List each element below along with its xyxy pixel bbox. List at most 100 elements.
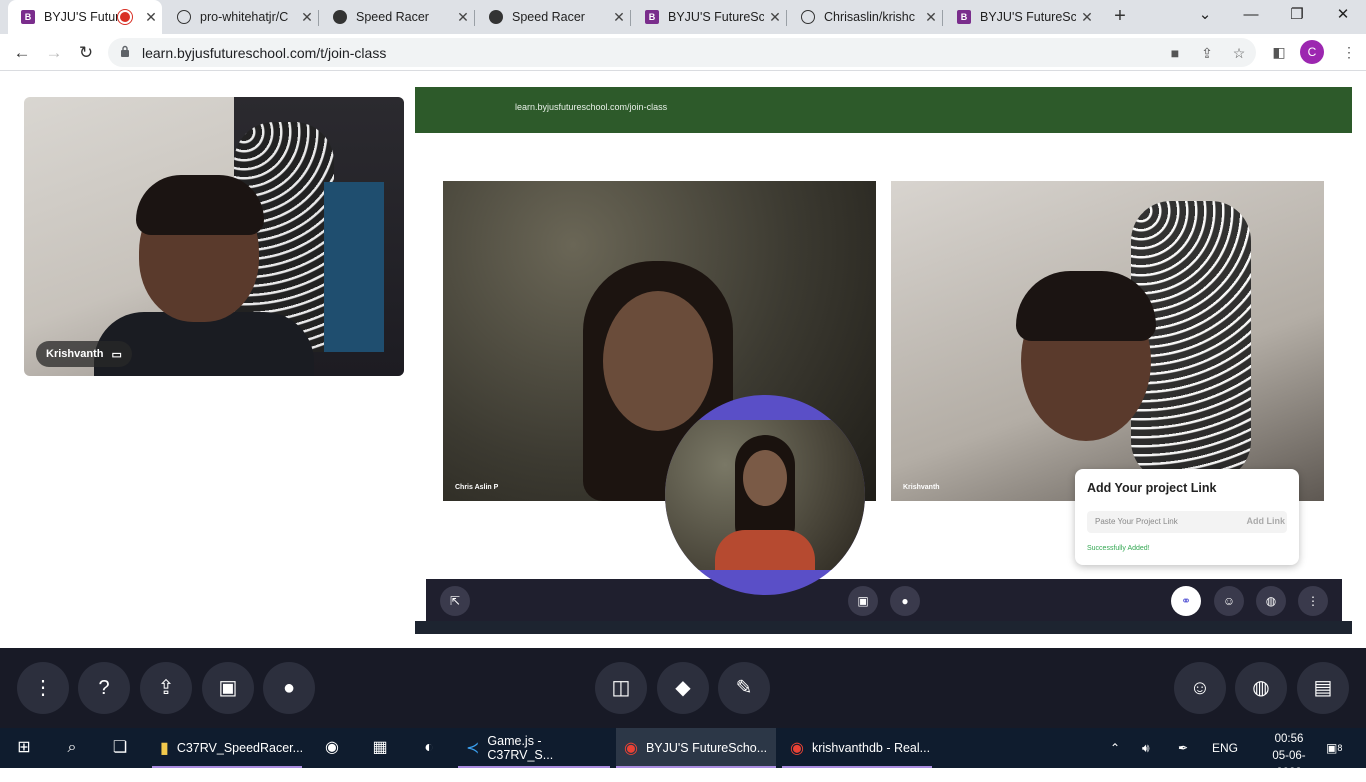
tab-byjus-3[interactable]: B BYJU'S FutureSch ✕ [944,0,1098,34]
edge-icon[interactable]: ◐ [415,734,443,762]
document-button[interactable]: ▤ [1297,662,1349,714]
self-video-tile: Krishvanth ▭ [24,97,404,376]
popup-title: Add Your project Link [1087,481,1217,495]
mic-icon: ● [890,586,920,616]
whiteboard-button[interactable]: ✎ [718,662,770,714]
tab-title: Chrisaslin/krishc [824,10,915,24]
video-person-body [715,530,815,570]
url-text: learn.byjusfutureschool.com/t/join-class [142,45,387,61]
windows-start-icon[interactable]: ⊞ [10,734,38,762]
close-icon[interactable]: ✕ [1076,9,1098,26]
clock-time: 00:56 [1274,733,1304,745]
chat-button[interactable]: ◍ [1235,662,1287,714]
search-icon[interactable]: ⌕ [58,734,86,762]
bookmark-star-icon[interactable]: ☆ [1230,44,1248,62]
tab-search-button[interactable]: ⌄ [1182,0,1228,34]
taskbar-vscode[interactable]: ≺ Game.js - C37RV_S... [458,728,610,768]
side-panel-icon[interactable]: ◧ [1270,43,1288,61]
close-icon[interactable]: ✕ [452,9,474,26]
tab-byjus-2[interactable]: B BYJU'S FutureSch ✕ [632,0,786,34]
tab-separator [474,10,475,26]
add-link-button[interactable]: Add Link [1247,516,1286,526]
more-icon: ⋮ [1298,586,1328,616]
recording-icon [120,12,130,22]
camera-button[interactable]: ▣ [202,662,254,714]
address-bar[interactable]: learn.byjusfutureschool.com/t/join-class… [108,38,1256,67]
profile-avatar[interactable]: C [1300,40,1324,64]
reactions-button[interactable]: ☺ [1174,662,1226,714]
new-tab-button[interactable]: + [1108,4,1132,28]
tab-title: BYJU'S FutureSch [980,10,1076,24]
tab-title: Speed Racer [356,10,429,24]
tab-speed-racer-1[interactable]: Speed Racer ✕ [320,0,474,34]
meeting-control-bar: ⋮ ? ⇪ ▣ ● ◫ ◆ ✎ ☺ ◍ ▤ [0,648,1366,728]
byjus-icon: B [644,9,660,25]
share-icon[interactable]: ⇪ [1198,44,1216,62]
taskbar-label: BYJU'S FutureScho... [645,741,768,755]
taskbar-chrome-krish[interactable]: ◉ krishvanthdb - Real... [782,728,932,768]
activities-button[interactable]: ◆ [657,662,709,714]
camera-in-use-icon[interactable]: ■ [1166,44,1184,62]
github-icon [176,9,192,25]
tab-github-1[interactable]: pro-whitehatjr/C ✕ [164,0,318,34]
back-button[interactable]: ← [9,40,35,66]
shared-screen: learn.byjusfutureschool.com/join-class C… [415,87,1352,634]
minimize-button[interactable]: — [1228,0,1274,34]
volume-icon[interactable]: 🔊︎ [1142,728,1150,768]
chrome-icon: ◉ [624,740,638,757]
pen-icon[interactable]: ✒ [1178,728,1188,768]
video-person-face [603,291,713,431]
video-towel [324,182,384,352]
upload-button[interactable]: ⇪ [140,662,192,714]
shared-video-student: Krishvanth [891,181,1324,501]
taskbar-chrome-byjus[interactable]: ◉ BYJU'S FutureScho... [616,728,776,768]
video-icon: ▣ [848,586,878,616]
tab-title: BYJU'S Future [44,10,120,24]
restore-button[interactable]: ❐ [1274,0,1320,34]
window-close-button[interactable]: ✕ [1320,0,1366,34]
close-icon[interactable]: ✕ [296,9,318,26]
tab-byjus-active[interactable]: B BYJU'S Future ✕ [8,0,162,34]
tray-chevron-icon[interactable]: ⌃ [1110,728,1120,768]
tab-speed-racer-2[interactable]: Speed Racer ✕ [476,0,630,34]
close-icon[interactable]: ✕ [608,9,630,26]
store-icon[interactable]: ▦ [366,734,394,762]
clock-date: 05-06-2023 [1272,750,1306,779]
globe-icon [332,9,348,25]
participant-label: Chris Aslin P [455,484,499,491]
help-button[interactable]: ? [78,662,130,714]
shared-url: learn.byjusfutureschool.com/join-class [515,102,668,112]
tab-strip: B BYJU'S Future ✕ pro-whitehatjr/C ✕ Spe… [0,0,1366,34]
close-icon[interactable]: ✕ [764,9,786,26]
reload-button[interactable]: ↻ [73,40,99,66]
close-icon[interactable]: ✕ [140,9,162,26]
tab-separator [942,10,943,26]
screen-share-icon: ▭ [111,348,122,361]
vscode-icon: ≺ [466,740,480,757]
forward-button[interactable]: → [41,40,67,66]
notes-book-button[interactable]: ◫ [595,662,647,714]
language-indicator[interactable]: ENG [1212,728,1238,768]
close-icon[interactable]: ✕ [920,9,942,26]
task-view-icon[interactable]: ❏ [106,734,134,762]
tab-separator [786,10,787,26]
globe-icon [488,9,504,25]
teacher-pip-video [665,395,865,595]
taskbar-explorer[interactable]: ▮ C37RV_SpeedRacer... [152,728,303,768]
chrome-icon[interactable]: ◉ [318,734,346,762]
tab-separator [318,10,319,26]
shared-control-bar: ⇱ ▣ ● ⚭ ☺ ◍ ⋮ [426,579,1342,621]
byjus-icon: B [20,9,36,25]
microphone-button[interactable]: ● [263,662,315,714]
menu-icon[interactable]: ⋮ [1340,43,1358,61]
add-project-link-popup: Add Your project Link Paste Your Project… [1075,469,1299,565]
meeting-stage: Krishvanth ▭ learn.byjusfutureschool.com… [0,72,1366,648]
chrome-icon: ◉ [790,740,804,757]
success-message: Successfully Added! [1087,545,1150,552]
notifications-icon[interactable]: ▣ 8 [1326,728,1342,768]
emoji-icon: ☺ [1214,586,1244,616]
more-options-button[interactable]: ⋮ [17,662,69,714]
taskbar-clock[interactable]: 00:56 05-06-2023 [1262,731,1316,782]
tab-github-2[interactable]: Chrisaslin/krishc ✕ [788,0,942,34]
tab-title: BYJU'S FutureSch [668,10,764,24]
